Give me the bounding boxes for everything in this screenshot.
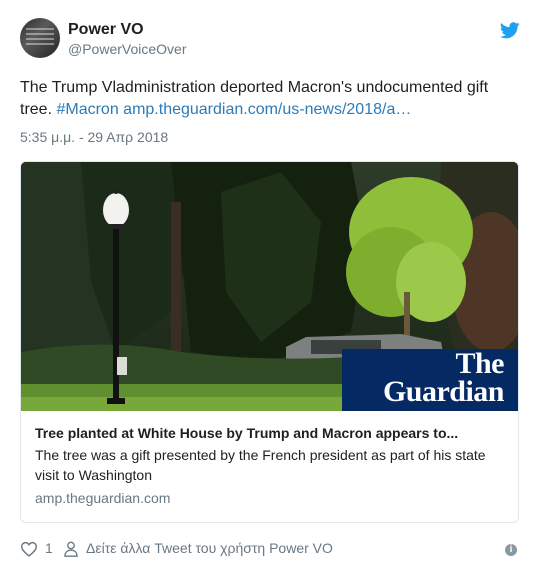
card-body: Tree planted at White House by Trump and… xyxy=(21,411,518,506)
more-tweets-link[interactable]: Δείτε άλλα Tweet του χρήστη Power VO xyxy=(86,540,333,556)
tweet-text: The Trump Vladministration deported Macr… xyxy=(20,77,520,121)
tweet-timestamp[interactable]: 5:35 μ.μ. - 29 Απρ 2018 xyxy=(20,129,168,145)
author-name[interactable]: Power VO xyxy=(68,21,144,39)
person-icon xyxy=(64,541,78,557)
logo-line-2: Guardian xyxy=(382,375,505,408)
author-handle[interactable]: @PowerVoiceOver xyxy=(68,41,186,57)
article-url-link[interactable]: amp.theguardian.com/us-news/2018/a… xyxy=(123,101,411,118)
hashtag-link[interactable]: #Macron xyxy=(56,101,118,118)
twitter-bird-icon[interactable] xyxy=(500,22,520,39)
card-description: The tree was a gift presented by the Fre… xyxy=(35,447,486,483)
info-icon[interactable]: i xyxy=(505,544,517,556)
card-title[interactable]: Tree planted at White House by Trump and… xyxy=(35,425,504,441)
tweet-footer: 1 Δείτε άλλα Tweet του χρήστη Power VO i xyxy=(20,539,520,559)
tweet-header: Power VO @PowerVoiceOver xyxy=(20,18,520,60)
avatar[interactable] xyxy=(20,18,60,58)
card-domain: amp.theguardian.com xyxy=(35,490,171,506)
guardian-logo: The Guardian xyxy=(342,347,518,411)
like-count[interactable]: 1 xyxy=(45,540,53,556)
card-image[interactable]: The Guardian xyxy=(21,162,518,411)
heart-icon[interactable] xyxy=(20,541,38,557)
link-card[interactable]: The Guardian Tree planted at White House… xyxy=(20,161,519,523)
